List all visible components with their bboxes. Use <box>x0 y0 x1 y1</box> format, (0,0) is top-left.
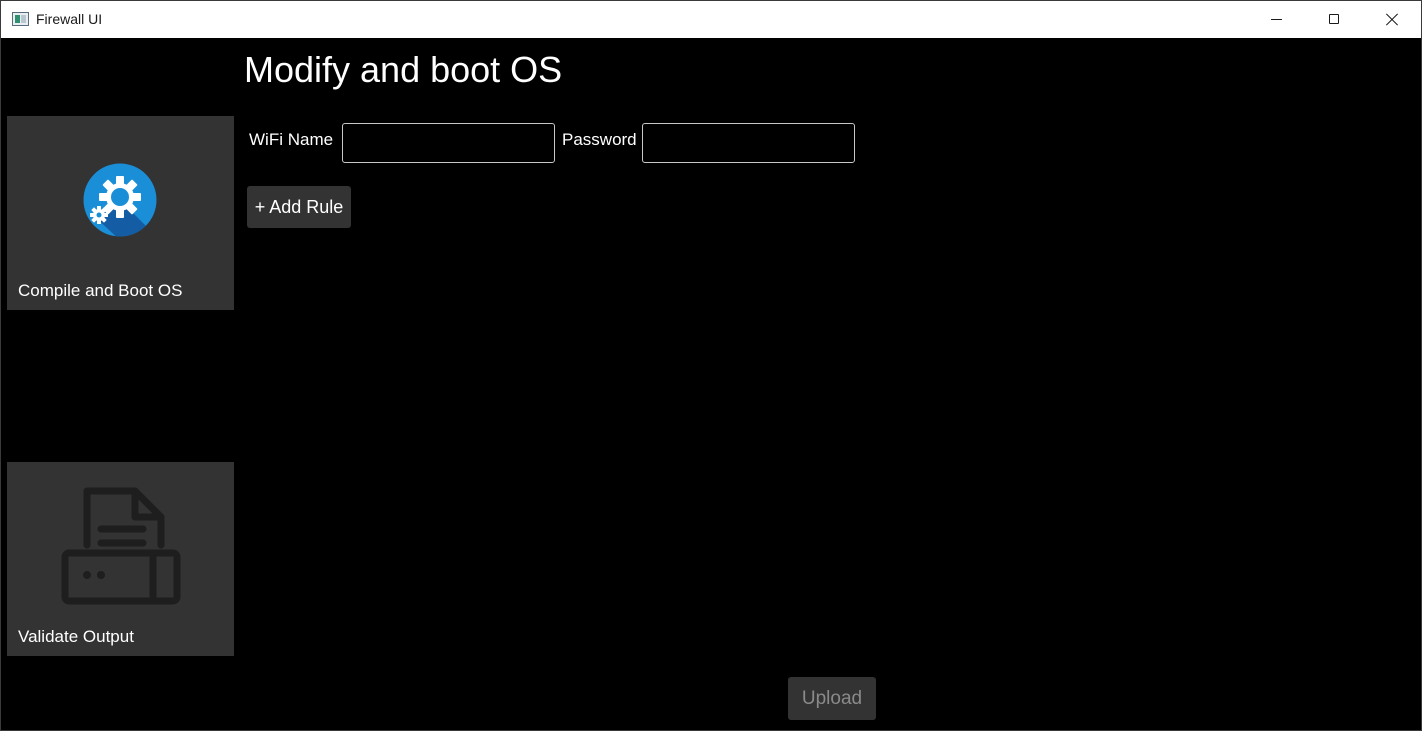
window-title: Firewall UI <box>36 11 103 27</box>
close-button[interactable] <box>1363 1 1421 38</box>
minimize-icon <box>1271 19 1282 20</box>
wifi-name-input[interactable] <box>342 123 555 163</box>
printer-icon <box>61 487 181 605</box>
password-label: Password <box>562 130 637 149</box>
minimize-button[interactable] <box>1247 1 1305 38</box>
sidebar-item-label: Compile and Boot OS <box>18 281 183 300</box>
maximize-button[interactable] <box>1305 1 1363 38</box>
app-window: Firewall UI Compile and Boot OS Validate… <box>0 0 1422 731</box>
page-title: Modify and boot OS <box>244 49 563 90</box>
sidebar-item-validate-output[interactable]: Validate Output <box>7 462 234 656</box>
sidebar-item-compile-and-boot[interactable]: Compile and Boot OS <box>7 116 234 310</box>
title-bar[interactable]: Firewall UI <box>1 1 1421 38</box>
maximize-icon <box>1329 14 1339 24</box>
app-icon <box>12 12 29 26</box>
close-icon <box>1386 13 1398 25</box>
sidebar-item-label: Validate Output <box>18 627 134 646</box>
upload-button[interactable]: Upload <box>788 677 876 720</box>
add-rule-button[interactable]: + Add Rule <box>247 186 351 228</box>
gear-icon <box>83 163 157 237</box>
wifi-name-label: WiFi Name <box>249 130 334 149</box>
password-input[interactable] <box>642 123 855 163</box>
